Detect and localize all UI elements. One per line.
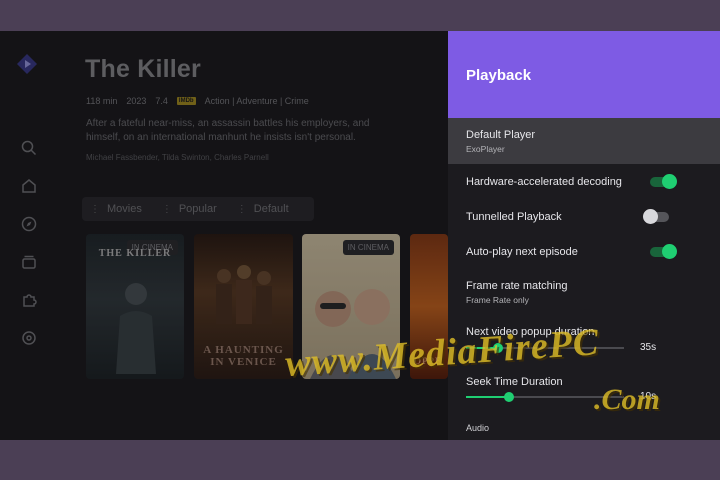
- search-icon[interactable]: [20, 139, 38, 157]
- filter-sort[interactable]: ⋮ Popular: [162, 203, 217, 215]
- movie-cast: Michael Fassbender, Tilda Swinton, Charl…: [86, 153, 269, 162]
- default-player-row[interactable]: Default Player ExoPlayer: [448, 118, 720, 164]
- app-logo: [17, 54, 37, 74]
- next-popup-slider[interactable]: [466, 343, 624, 353]
- next-popup-row: Next video popup duration 35s: [448, 323, 720, 359]
- catalog-filter-bar: ⋮ Movies ⋮ Popular ⋮ Default: [82, 197, 314, 221]
- poster-title: THE KILLER: [98, 248, 172, 259]
- poster-figures: [216, 265, 272, 324]
- hw-decoding-toggle[interactable]: [650, 174, 677, 189]
- slider-value: 35s: [640, 342, 657, 353]
- panel-header: Playback: [448, 31, 720, 118]
- setting-label: Auto-play next episode: [466, 246, 578, 258]
- poster-card[interactable]: A HAUNTING IN VENICE: [194, 234, 293, 379]
- home-icon[interactable]: [20, 177, 38, 195]
- poster-faces: [310, 289, 396, 379]
- autoplay-row[interactable]: Auto-play next episode: [448, 241, 720, 263]
- setting-label: Default Player: [466, 129, 536, 141]
- setting-value: ExoPlayer: [466, 144, 505, 154]
- autoplay-toggle[interactable]: [650, 244, 677, 259]
- slider-value: 10s: [640, 391, 657, 402]
- movie-runtime: 118 min: [86, 96, 118, 106]
- more-vert-icon: ⋮: [161, 203, 172, 215]
- app-screen: The Killer 118 min 2023 7.4 IMDb Action …: [0, 31, 720, 440]
- movie-description: After a fateful near-miss, an assassin b…: [86, 118, 370, 143]
- poster-card[interactable]: OPPE: [410, 234, 448, 379]
- settings-icon[interactable]: [20, 329, 38, 347]
- seek-time-row: Seek Time Duration 10s: [448, 371, 720, 407]
- filter-label: Movies: [107, 203, 142, 215]
- panel-title: Playback: [466, 67, 532, 84]
- filter-order[interactable]: ⋮ Default: [237, 203, 289, 215]
- filter-label: Default: [253, 203, 289, 215]
- compass-icon[interactable]: [20, 215, 38, 233]
- poster-card[interactable]: IN CINEMA THE KILLER: [86, 234, 184, 379]
- more-vert-icon: ⋮: [90, 203, 100, 215]
- setting-label: Frame rate matching: [466, 280, 568, 292]
- tunnelled-playback-toggle[interactable]: [643, 209, 669, 224]
- setting-value: Frame Rate only: [466, 295, 529, 305]
- seek-time-slider[interactable]: [466, 392, 624, 402]
- poster-figure: [116, 283, 156, 374]
- movie-genres: Action | Adventure | Crime: [204, 96, 309, 106]
- movie-year: 2023: [126, 96, 147, 106]
- frame-rate-row[interactable]: Frame rate matching Frame Rate only: [448, 275, 720, 309]
- library-icon[interactable]: [20, 253, 38, 271]
- movie-meta: 118 min 2023 7.4 IMDb Action | Adventure…: [86, 96, 309, 106]
- more-vert-icon: ⋮: [236, 203, 247, 215]
- imdb-badge: IMDb: [176, 97, 196, 105]
- movie-title: The Killer: [85, 55, 201, 83]
- poster-title: OPPE: [414, 356, 442, 366]
- addons-icon[interactable]: [20, 291, 38, 309]
- in-cinema-badge: IN CINEMA: [342, 240, 394, 255]
- movie-rating: 7.4: [155, 96, 168, 106]
- tunnelled-playback-row[interactable]: Tunnelled Playback: [448, 206, 720, 228]
- setting-label: Seek Time Duration: [466, 376, 563, 388]
- setting-label: Hardware-accelerated decoding: [466, 176, 622, 188]
- poster-card[interactable]: IN CINEMA: [302, 234, 400, 379]
- hw-decoding-row[interactable]: Hardware-accelerated decoding: [448, 171, 720, 193]
- playback-settings-panel: Playback Default Player ExoPlayer Hardwa…: [448, 31, 720, 440]
- setting-label: Next video popup duration: [466, 326, 595, 338]
- audio-section-header: Audio: [466, 423, 490, 433]
- poster-title: A HAUNTING IN VENICE: [203, 344, 284, 368]
- setting-label: Tunnelled Playback: [466, 211, 562, 223]
- filter-label: Popular: [178, 203, 217, 215]
- filter-type[interactable]: ⋮ Movies: [90, 203, 142, 215]
